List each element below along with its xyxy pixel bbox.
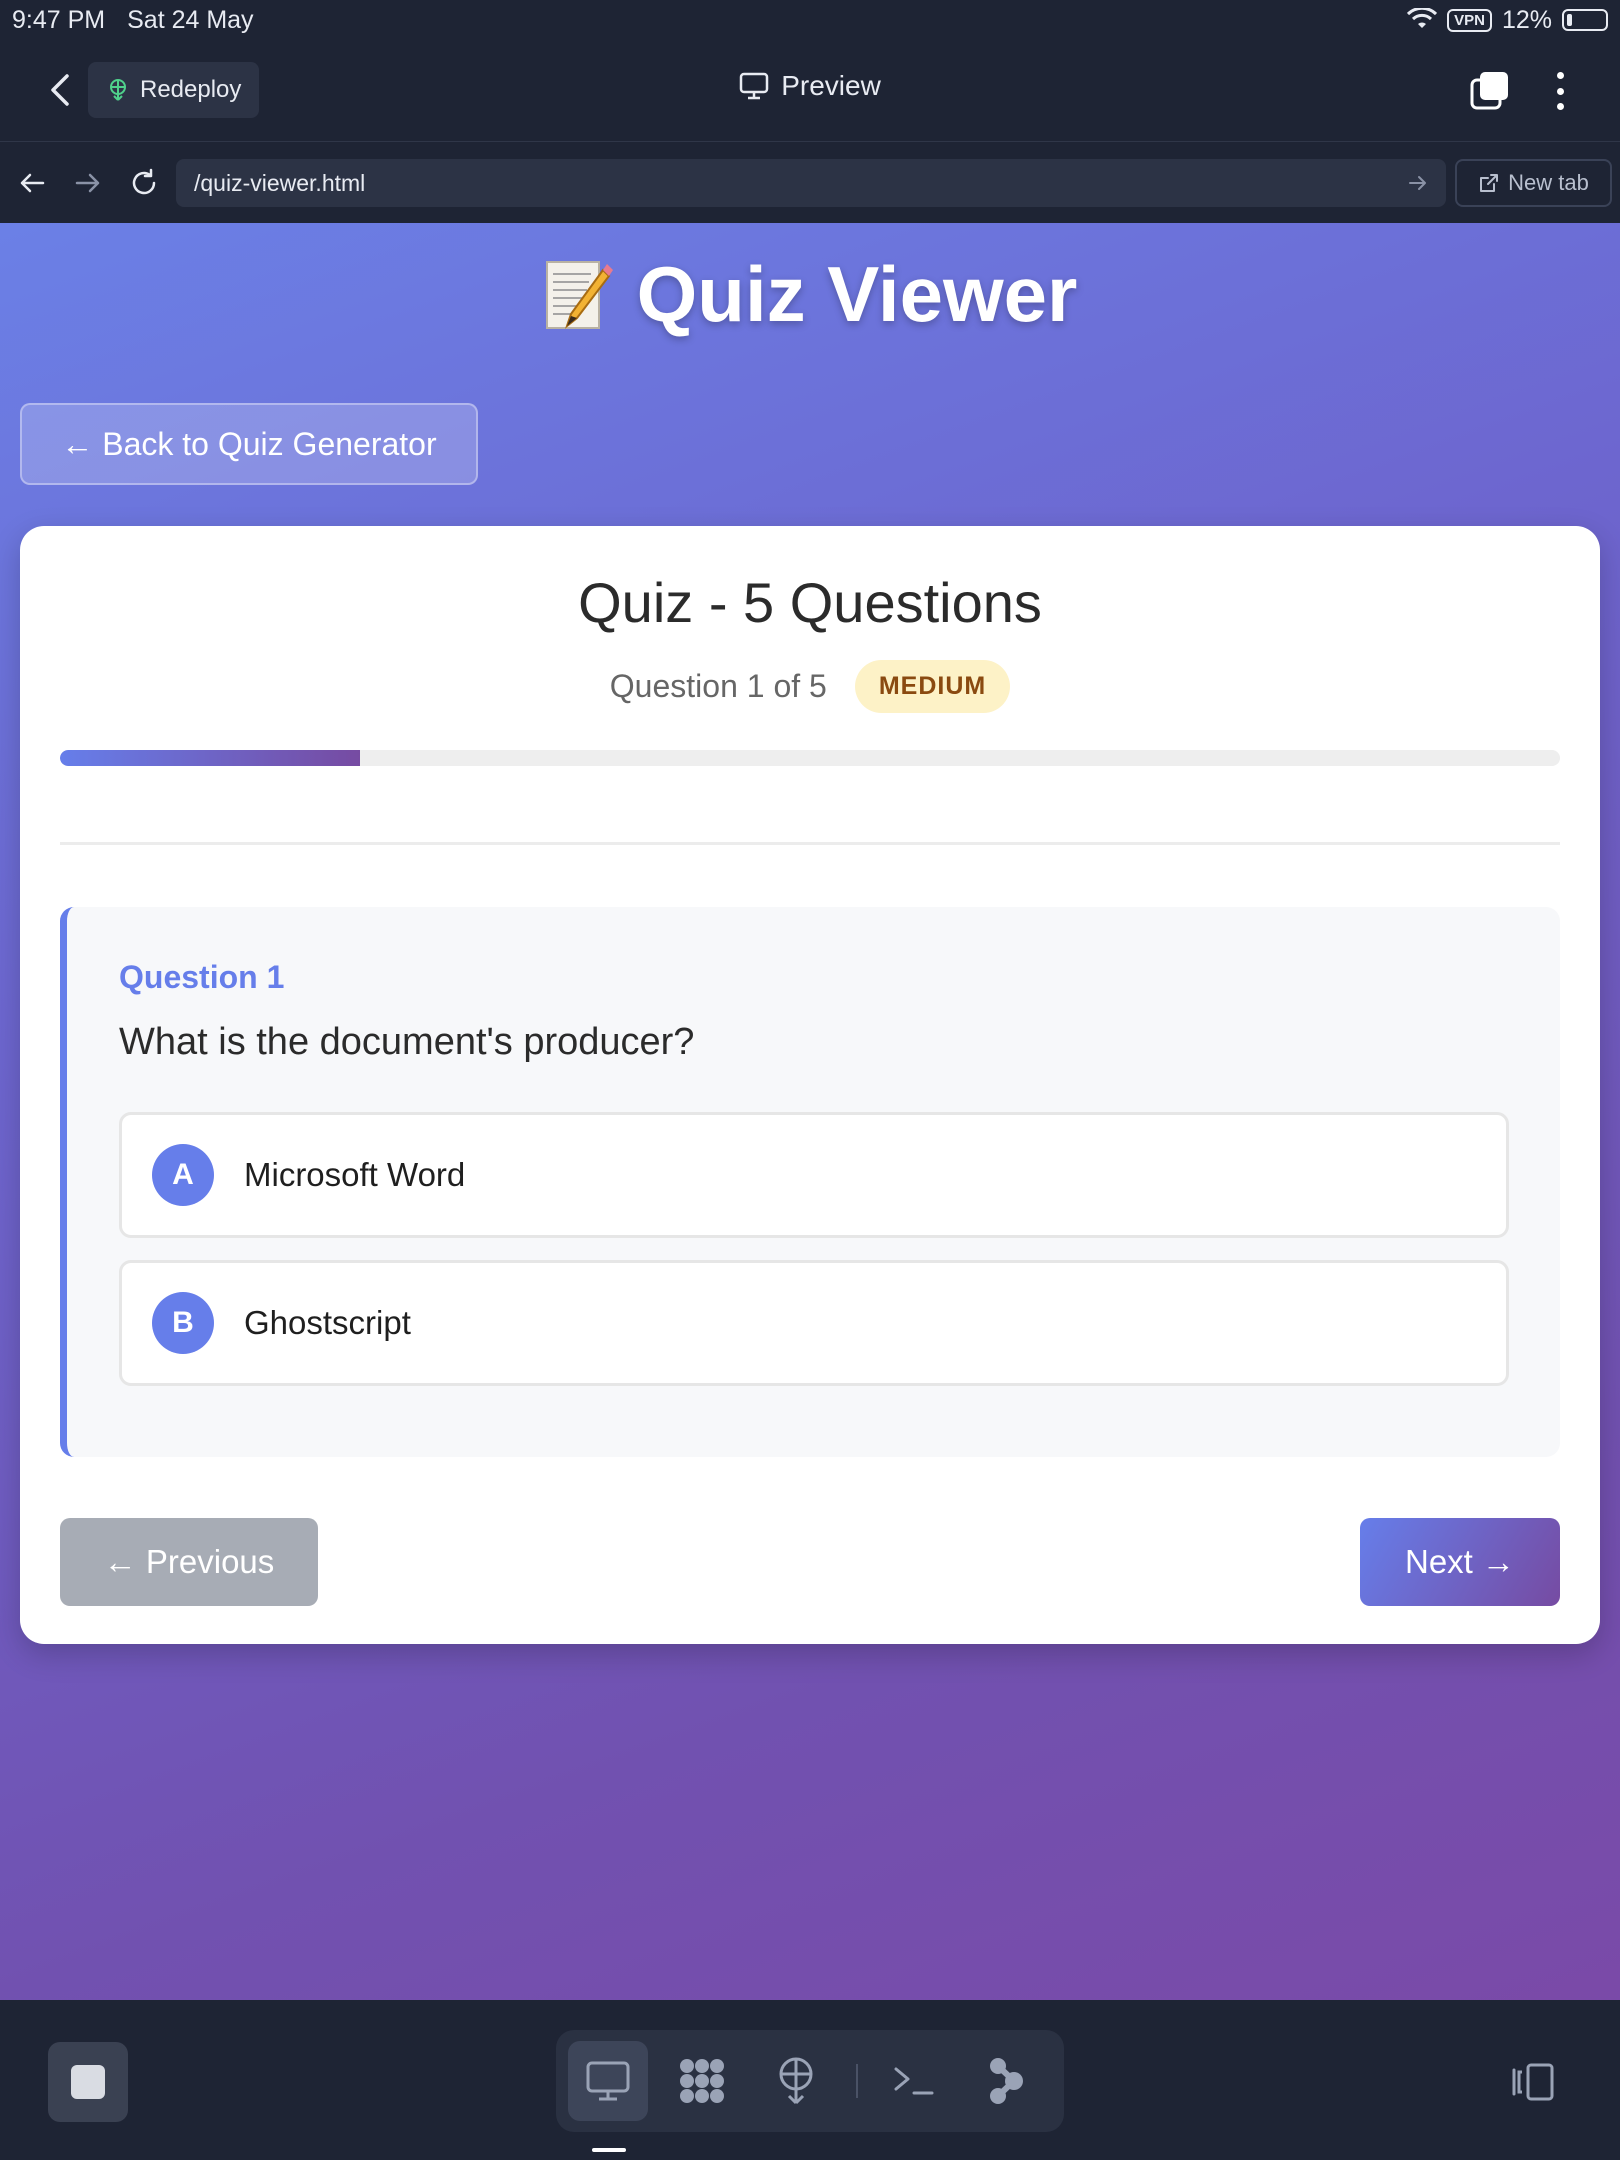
home-indicator (592, 2148, 626, 2152)
option-b[interactable]: B Ghostscript (119, 1260, 1509, 1386)
option-text: Microsoft Word (244, 1156, 466, 1193)
app-toolbar: Redeploy Preview (0, 40, 1620, 142)
dock-terminal-icon[interactable] (874, 2041, 954, 2121)
go-arrow-icon[interactable] (1408, 174, 1428, 192)
panel-toggle-icon[interactable] (1508, 2062, 1556, 2102)
question-text: What is the document's producer? (119, 1021, 695, 1063)
status-indicators: VPN 12% (1407, 6, 1608, 35)
preview-title: Preview (0, 70, 1620, 102)
new-tab-button[interactable]: New tab (1455, 159, 1612, 207)
difficulty-badge: MEDIUM (854, 660, 1011, 713)
external-link-icon (1480, 174, 1499, 192)
more-options-icon[interactable] (1546, 68, 1574, 114)
nav-back-icon[interactable] (12, 163, 52, 203)
stop-icon (71, 2065, 105, 2099)
quiz-heading: Quiz - 5 Questions (578, 571, 1042, 634)
vpn-badge: VPN (1447, 8, 1492, 32)
battery-icon (1562, 9, 1608, 31)
page-title-text: Quiz Viewer (636, 250, 1078, 338)
dock-preview-icon[interactable] (568, 2041, 648, 2121)
new-tab-label: New tab (1508, 170, 1589, 195)
dock-separator (856, 2064, 858, 2098)
wifi-icon (1407, 8, 1438, 28)
next-button[interactable]: Next → (1360, 1518, 1560, 1606)
dock-apps-icon[interactable] (662, 2041, 742, 2121)
url-input[interactable]: /quiz-viewer.html (176, 159, 1446, 207)
option-text: Ghostscript (244, 1304, 411, 1341)
question-panel: Question 1 What is the document's produc… (60, 907, 1560, 1457)
tabs-icon[interactable] (1468, 70, 1510, 112)
question-label: Question 1 (119, 959, 285, 995)
dock (556, 2030, 1064, 2132)
dock-deploy-icon[interactable] (756, 2041, 836, 2121)
url-text: /quiz-viewer.html (194, 169, 366, 196)
status-date: Sat 24 May (127, 5, 254, 34)
status-time: 9:47 PM (12, 5, 106, 34)
reload-icon[interactable] (124, 163, 164, 203)
progress-fill (60, 750, 360, 766)
status-bar: 9:47 PM Sat 24 May VPN 12% (0, 0, 1620, 40)
page-title: Quiz Viewer (0, 249, 1620, 340)
question-counter: Question 1 of 5 (609, 668, 827, 704)
url-bar-row: /quiz-viewer.html New tab (0, 143, 1620, 223)
back-to-generator-button[interactable]: ← Back to Quiz Generator (20, 403, 478, 485)
memo-pencil-icon (545, 260, 613, 329)
option-letter: B (152, 1292, 214, 1354)
option-a[interactable]: A Microsoft Word (119, 1112, 1509, 1238)
progress-bar (60, 750, 1560, 766)
previous-button[interactable]: ← Previous (60, 1518, 318, 1606)
preview-label: Preview (781, 70, 881, 101)
nav-forward-icon[interactable] (68, 163, 108, 203)
web-content: Quiz Viewer ← Back to Quiz Generator Qui… (0, 223, 1620, 2000)
bottom-bar (0, 2000, 1620, 2160)
quiz-card: Quiz - 5 Questions Question 1 of 5 MEDIU… (20, 526, 1600, 1644)
quiz-meta: Question 1 of 5 MEDIUM (20, 660, 1600, 713)
dock-flow-icon[interactable] (966, 2041, 1046, 2121)
divider (60, 842, 1560, 845)
battery-percent: 12% (1501, 5, 1552, 34)
option-letter: A (152, 1144, 214, 1206)
monitor-icon (739, 72, 769, 100)
stop-button[interactable] (48, 2042, 128, 2122)
